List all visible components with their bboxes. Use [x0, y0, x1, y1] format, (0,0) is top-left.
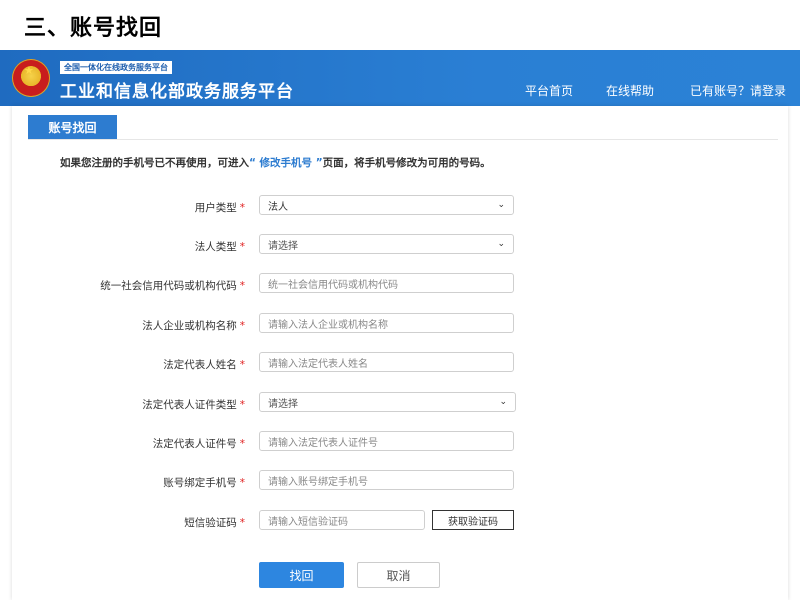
user-type-select[interactable]: 法人 ⌄	[259, 195, 514, 215]
get-code-button[interactable]: 获取验证码	[432, 510, 514, 530]
chevron-down-icon: ⌄	[499, 397, 507, 407]
required-mark: *	[239, 438, 245, 450]
notice-after: 页面，将手机号修改为可用的号码。	[322, 157, 491, 169]
rep-name-label-text: 法定代表人姓名	[163, 359, 237, 371]
legal-type-label: 法人类型 *	[15, 239, 245, 254]
rep-id-no-label: 法定代表人证件号 *	[15, 436, 245, 451]
submit-button[interactable]: 找回	[259, 562, 344, 588]
legal-type-label-text: 法人类型	[194, 241, 237, 253]
user-type-label: 用户类型 *	[15, 200, 245, 215]
header-subtitle: 全国一体化在线政务服务平台	[60, 61, 172, 74]
nav-login-link[interactable]: 已有账号？请登录	[690, 82, 786, 99]
rep-id-no-input[interactable]: 请输入法定代表人证件号	[259, 431, 514, 451]
rep-id-type-value: 请选择	[268, 398, 298, 410]
rep-name-input[interactable]: 请输入法定代表人姓名	[259, 352, 514, 372]
phone-input[interactable]: 请输入账号绑定手机号	[259, 470, 514, 490]
rep-name-label: 法定代表人姓名 *	[15, 357, 245, 372]
required-mark: *	[239, 399, 245, 411]
required-mark: *	[239, 320, 245, 332]
modify-phone-link[interactable]: “ 修改手机号 ”	[249, 157, 323, 169]
required-mark: *	[239, 202, 245, 214]
required-mark: *	[239, 280, 245, 292]
org-name-label-text: 法人企业或机构名称	[142, 320, 237, 332]
rep-id-no-label-text: 法定代表人证件号	[152, 438, 237, 450]
user-type-value: 法人	[268, 201, 288, 213]
cancel-button[interactable]: 取消	[357, 562, 440, 588]
notice-text: 如果您注册的手机号已不再使用，可进入“ 修改手机号 ”页面，将手机号修改为可用的…	[60, 155, 491, 170]
tab-account-recovery[interactable]: 账号找回	[28, 115, 117, 139]
rep-id-type-label: 法定代表人证件类型 *	[15, 397, 245, 412]
legal-type-value: 请选择	[268, 240, 298, 252]
credit-code-label-text: 统一社会信用代码或机构代码	[100, 280, 237, 292]
tab-divider	[28, 139, 778, 140]
org-name-input[interactable]: 请输入法人企业或机构名称	[259, 313, 514, 333]
required-mark: *	[239, 517, 245, 529]
phone-label-text: 账号绑定手机号	[163, 477, 237, 489]
credit-code-input[interactable]: 统一社会信用代码或机构代码	[259, 273, 514, 293]
chevron-down-icon: ⌄	[497, 200, 505, 210]
slide-title: 三、账号找回	[24, 16, 163, 41]
org-name-label: 法人企业或机构名称 *	[15, 318, 245, 333]
nav-home-link[interactable]: 平台首页	[525, 82, 573, 99]
required-mark: *	[239, 359, 245, 371]
sms-code-label: 短信验证码 *	[15, 515, 245, 530]
sms-code-input[interactable]: 请输入短信验证码	[259, 510, 425, 530]
header-title: 工业和信息化部政务服务平台	[60, 82, 294, 102]
credit-code-label: 统一社会信用代码或机构代码 *	[15, 278, 245, 293]
site-header: ★ 全国一体化在线政务服务平台 工业和信息化部政务服务平台 平台首页 在线帮助 …	[0, 50, 800, 106]
national-emblem-icon: ★	[12, 59, 50, 97]
phone-label: 账号绑定手机号 *	[15, 475, 245, 490]
legal-type-select[interactable]: 请选择 ⌄	[259, 234, 514, 254]
required-mark: *	[239, 241, 245, 253]
star-icon: ★	[24, 64, 34, 77]
required-mark: *	[239, 477, 245, 489]
nav-help-link[interactable]: 在线帮助	[606, 82, 654, 99]
rep-id-type-label-text: 法定代表人证件类型	[142, 399, 237, 411]
sms-code-label-text: 短信验证码	[184, 517, 237, 529]
notice-before: 如果您注册的手机号已不再使用，可进入	[60, 157, 249, 169]
rep-id-type-select[interactable]: 请选择 ⌄	[259, 392, 516, 412]
chevron-down-icon: ⌄	[497, 239, 505, 249]
user-type-label-text: 用户类型	[194, 202, 237, 214]
